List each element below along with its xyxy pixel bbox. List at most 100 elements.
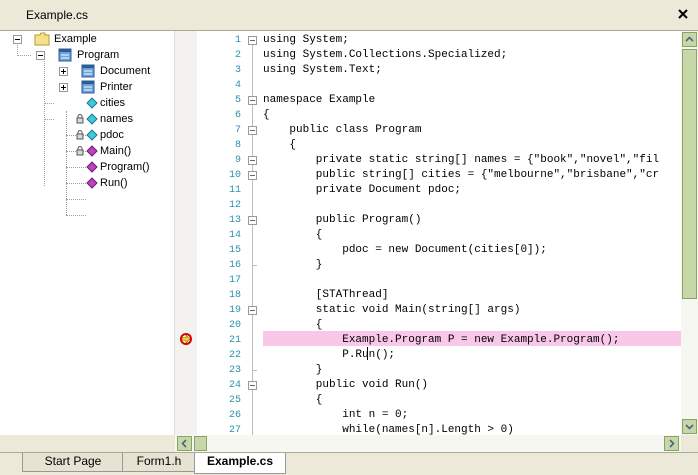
lock-icon <box>76 114 84 124</box>
arrow-right-icon <box>669 439 675 448</box>
line-number: 27 <box>228 425 241 435</box>
code-line[interactable]: int n = 0; <box>263 408 408 423</box>
code-line[interactable]: public Program() <box>263 213 422 228</box>
line-number: 21 <box>228 335 241 346</box>
lock-icon <box>76 130 84 140</box>
line-number: 26 <box>228 410 241 421</box>
fold-region-end <box>252 265 257 266</box>
line-number: 9 <box>234 155 241 166</box>
close-icon[interactable] <box>676 7 690 21</box>
collapse-region-button[interactable] <box>248 216 257 225</box>
line-number: 6 <box>234 110 241 121</box>
line-number: 2 <box>234 50 241 61</box>
line-number: 15 <box>228 245 241 256</box>
line-number: 4 <box>234 80 241 91</box>
line-number: 24 <box>228 380 241 391</box>
collapse-region-button[interactable] <box>248 306 257 315</box>
line-number: 23 <box>228 365 241 376</box>
arrow-up-icon <box>685 36 694 42</box>
code-line[interactable]: private static string[] names = {"book",… <box>263 153 659 168</box>
code-line[interactable]: private Document pdoc; <box>263 183 461 198</box>
scroll-up-button[interactable] <box>682 32 697 47</box>
indicator-margin[interactable] <box>175 31 197 435</box>
code-line[interactable]: using System.Collections.Specialized; <box>263 48 507 63</box>
tree-collapse-program[interactable] <box>36 51 45 60</box>
collapse-region-button[interactable] <box>248 171 257 180</box>
horizontal-scrollbar[interactable] <box>175 435 681 452</box>
line-number: 10 <box>228 170 241 181</box>
tree-expand-document[interactable] <box>59 67 68 76</box>
line-number: 14 <box>228 230 241 241</box>
line-number: 19 <box>228 305 241 316</box>
collapse-region-button[interactable] <box>248 381 257 390</box>
class-icon <box>81 80 95 94</box>
scroll-down-button[interactable] <box>682 419 697 434</box>
line-number: 16 <box>228 260 241 271</box>
line-number: 7 <box>234 125 241 136</box>
code-line[interactable]: pdoc = new Document(cities[0]); <box>263 243 547 258</box>
tab-example-cs[interactable]: Example.cs <box>194 453 286 474</box>
line-number: 12 <box>228 200 241 211</box>
collapse-region-button[interactable] <box>248 126 257 135</box>
line-number: 17 <box>228 275 241 286</box>
code-line[interactable]: public string[] cities = {"melbourne","b… <box>263 168 659 183</box>
tree-collapse-example[interactable] <box>13 35 22 44</box>
line-number: 13 <box>228 215 241 226</box>
code-line[interactable]: namespace Example <box>263 93 375 108</box>
line-number: 20 <box>228 320 241 331</box>
class-tree[interactable]: Example Program Document Printer cities … <box>0 31 175 435</box>
horizontal-scroll-thumb[interactable] <box>194 436 207 451</box>
document-title-bar: Example.cs <box>0 0 698 31</box>
line-number: 11 <box>228 185 241 196</box>
line-number: 22 <box>228 350 241 361</box>
code-line[interactable]: { <box>263 138 296 153</box>
arrow-down-icon <box>685 424 694 430</box>
line-number: 8 <box>234 140 241 151</box>
current-statement-arrow-icon[interactable] <box>179 332 193 346</box>
scrollbar-corner <box>681 435 698 452</box>
collapse-region-button[interactable] <box>248 156 257 165</box>
code-line[interactable]: public void Run() <box>263 378 428 393</box>
code-line[interactable]: while(names[n].Length > 0) <box>263 423 514 435</box>
code-line[interactable]: } <box>263 363 323 378</box>
line-number: 5 <box>234 95 241 106</box>
lock-icon <box>76 146 84 156</box>
code-line[interactable]: using System.Text; <box>263 63 382 78</box>
code-line[interactable]: P.Run(); <box>263 348 395 363</box>
code-line[interactable]: [STAThread] <box>263 288 389 303</box>
line-number: 25 <box>228 395 241 406</box>
line-number: 1 <box>234 35 241 46</box>
code-line[interactable]: { <box>263 228 323 243</box>
scroll-thumb[interactable] <box>682 49 697 299</box>
arrow-left-icon <box>181 439 187 448</box>
code-line[interactable]: using System; <box>263 33 349 48</box>
fold-region-end <box>252 370 257 371</box>
line-number: 18 <box>228 290 241 301</box>
class-icon <box>81 64 95 78</box>
code-line[interactable]: public class Program <box>263 123 421 138</box>
code-line[interactable]: } <box>263 258 323 273</box>
collapse-region-button[interactable] <box>248 36 257 45</box>
code-line[interactable]: { <box>263 318 323 333</box>
tree-scroll-filler <box>0 435 175 452</box>
class-icon <box>58 48 72 62</box>
line-number: 3 <box>234 65 241 76</box>
line-number-gutter: 1 2 3 4 5 6 7 8 9 10 11 12 13 14 15 16 17 18 19 20 21 22 23 24 2… <box>197 31 243 435</box>
code-line[interactable]: { <box>263 393 323 408</box>
scroll-left-button[interactable] <box>177 436 192 451</box>
document-tab-bar: Start Page Form1.h Example.cs <box>0 452 698 475</box>
tab-start-page[interactable]: Start Page <box>22 453 124 472</box>
folder-icon <box>34 32 50 46</box>
vertical-scrollbar[interactable] <box>681 31 698 435</box>
text-caret <box>367 347 368 360</box>
tab-form1-h[interactable]: Form1.h <box>122 453 196 472</box>
code-line[interactable]: Example.Program P = new Example.Program(… <box>263 333 619 348</box>
scroll-right-button[interactable] <box>664 436 679 451</box>
code-line[interactable]: static void Main(string[] args) <box>263 303 521 318</box>
document-title: Example.cs <box>26 8 89 22</box>
collapse-region-button[interactable] <box>248 96 257 105</box>
code-line[interactable]: { <box>263 108 270 123</box>
code-editor[interactable]: using System; using System.Collections.Sp… <box>263 31 681 435</box>
tree-expand-printer[interactable] <box>59 83 68 92</box>
editor-area: Example Program Document Printer cities … <box>0 31 681 435</box>
